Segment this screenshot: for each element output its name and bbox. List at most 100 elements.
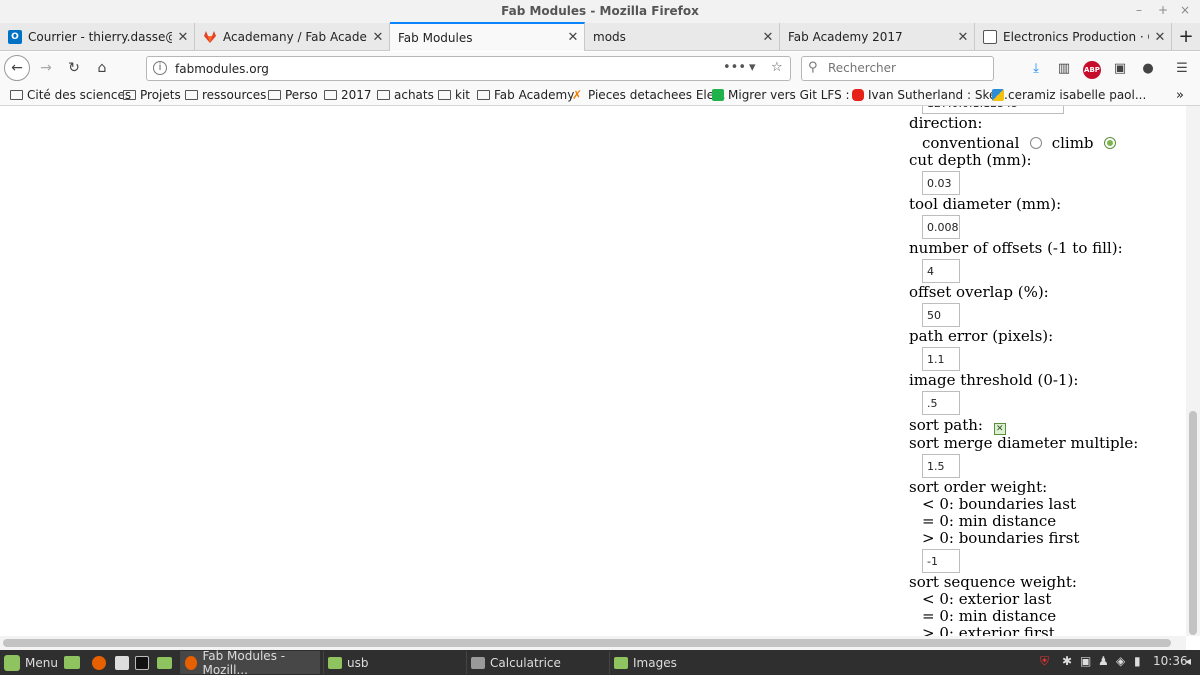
extension-icon[interactable]: ● [1138,59,1158,79]
close-window-button[interactable]: × [1180,3,1190,17]
overlap-input[interactable] [922,303,960,327]
tab-fab-academy-2017[interactable]: Fab Academy 2017 ✕ [780,23,975,51]
user-icon[interactable]: ♟ [1098,654,1109,668]
site-info-icon[interactable]: i [153,61,167,75]
start-menu-button[interactable]: Menu [4,653,58,672]
bookmark-perso[interactable]: Perso [268,88,318,102]
adblock-icon[interactable]: ABP [1082,59,1102,79]
horizontal-scroll-thumb[interactable] [3,639,1171,647]
gitlab-icon [203,30,217,44]
search-bar[interactable]: ⚲ [801,56,994,81]
battery-icon[interactable]: ▮ [1134,654,1141,668]
tab-electronics-production[interactable]: Electronics Production · GitBo ✕ [975,23,1172,51]
bookmark-label: ressources [202,88,267,102]
bookmark-achats[interactable]: achats [377,88,434,102]
sort-path-row: sort path: ✕ [909,417,1179,435]
hamburger-menu-icon[interactable]: ☰ [1172,59,1192,79]
bookmarks-overflow-button[interactable]: » [1176,88,1184,103]
files-launcher-icon[interactable] [157,653,177,672]
close-tab-icon[interactable]: ✕ [367,30,389,45]
show-desktop-icon[interactable] [64,653,85,672]
offsets-input[interactable] [922,259,960,283]
back-button[interactable]: ← [4,55,30,81]
bookmark-ressources[interactable]: ressources [185,88,266,102]
close-tab-icon[interactable]: ✕ [562,30,584,45]
sort-order-hint: > 0: boundaries first [922,529,1080,547]
tab-fab-modules[interactable]: Fab Modules ✕ [390,22,585,51]
taskbar-window-images[interactable]: Images [609,651,749,674]
folder-icon [268,90,281,100]
shield-icon[interactable]: ⛨ [1040,654,1049,669]
tab-academany[interactable]: Academany / Fab Academy / ✕ [195,23,390,51]
taskbar-window-firefox[interactable]: Fab Modules - Mozill... [180,649,320,675]
tab-label: Courrier - thierry.dasse@uni [28,30,172,44]
bookmark-migrer-git-lfs[interactable]: Migrer vers Git LFS : ... [712,88,865,102]
reload-button[interactable]: ↻ [62,56,86,80]
firefox-launcher-icon[interactable] [92,653,111,672]
terminal-icon[interactable] [135,653,154,672]
address-url[interactable]: fabmodules.org [175,62,269,76]
update-manager-icon[interactable]: ▣ [1080,654,1091,668]
folder-icon [377,90,390,100]
close-tab-icon[interactable]: ✕ [757,30,779,45]
tool-diameter-label: tool diameter (mm): [909,195,1062,213]
tab-courrier[interactable]: O Courrier - thierry.dasse@uni ✕ [0,23,195,51]
sidebar-icon[interactable]: ▣ [1110,59,1130,79]
climb-radio[interactable] [1104,137,1117,149]
bookmark-ivan-sutherland[interactable]: Ivan Sutherland : Ske... [852,88,1008,102]
bookmark-label: Fab Academy [494,88,575,102]
home-button[interactable]: ⌂ [90,56,114,80]
horizontal-scrollbar[interactable] [0,636,1186,650]
wifi-icon[interactable]: ◈ [1116,654,1125,668]
close-tab-icon[interactable]: ✕ [1149,30,1171,45]
bluetooth-icon[interactable]: ✱ [1062,654,1072,668]
path-error-input[interactable] [922,347,960,371]
bookmark-pieces-detachees[interactable]: ✗ Pieces detachees Ele... [572,88,726,102]
server-field[interactable] [922,106,1064,114]
cut-depth-label: cut depth (mm): [909,151,1032,169]
minimize-button[interactable]: – [1136,3,1142,17]
bookmark-ceramiz[interactable]: ceramiz isabelle paol... [992,88,1146,102]
search-input[interactable] [828,61,988,75]
bookmark-star-icon[interactable]: ☆ [771,60,783,75]
vertical-scroll-thumb[interactable] [1189,411,1197,635]
bookmark-kit[interactable]: kit [438,88,470,102]
downloads-icon[interactable]: ⤓ [1026,59,1046,79]
taskbar-window-label: Images [633,655,677,670]
forward-button[interactable]: → [34,56,58,80]
vertical-scrollbar[interactable] [1186,106,1200,636]
page-content: direction: conventional climb cut depth … [0,106,1186,636]
taskbar-window-usb[interactable]: usb [323,651,463,674]
bookmark-2017[interactable]: 2017 [324,88,372,102]
close-tab-icon[interactable]: ✕ [952,30,974,45]
bookmark-fab-academy[interactable]: Fab Academy [477,88,574,102]
threshold-input[interactable] [922,391,960,415]
cut-depth-input[interactable] [922,171,960,195]
conventional-radio[interactable] [1030,137,1043,149]
taskbar-window-calculatrice[interactable]: Calculatrice [466,651,606,674]
pocket-icon[interactable]: ▾ [749,60,756,75]
terminal-launcher-icon[interactable] [115,653,134,672]
climb-label: climb [1051,134,1094,152]
mill-settings-form: direction: conventional climb cut depth … [909,106,1179,636]
sort-path-label: sort path: [909,416,983,434]
bookmark-label: ceramiz isabelle paol... [1008,88,1147,102]
page-actions-icon[interactable]: ••• [723,60,746,75]
bookmark-projets[interactable]: Projets [123,88,181,102]
library-icon[interactable]: ▥ [1054,59,1074,79]
tab-mods[interactable]: mods ✕ [585,23,780,51]
direction-options: conventional climb [909,135,1179,152]
address-bar[interactable]: i fabmodules.org ••• ▾ ☆ [146,56,791,81]
new-tab-button[interactable]: + [1172,23,1200,51]
maximize-button[interactable]: + [1158,3,1168,17]
tool-diameter-input[interactable] [922,215,960,239]
bookmark-label: Pieces detachees Ele... [588,88,726,102]
volume-icon[interactable]: ◂ [1185,654,1191,668]
sort-merge-input[interactable] [922,454,960,478]
sort-order-input[interactable] [922,549,960,573]
bookmark-cite-des-sciences[interactable]: Cité des sciences [10,88,131,102]
tab-label: mods [593,30,626,44]
clock[interactable]: 10:36 [1153,654,1188,668]
close-tab-icon[interactable]: ✕ [172,30,194,45]
bookmark-label: Perso [285,88,318,102]
